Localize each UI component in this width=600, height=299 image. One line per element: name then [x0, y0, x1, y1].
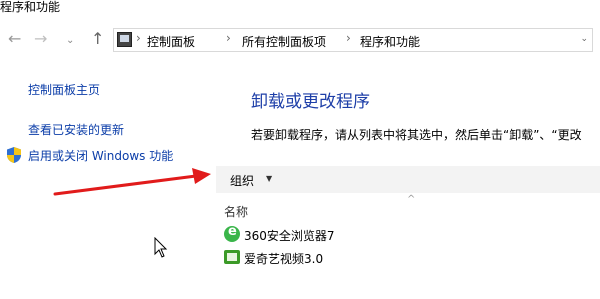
command-toolbar: 组织 ▼: [216, 166, 600, 193]
sidebar-item-installed-updates[interactable]: 查看已安装的更新: [28, 121, 124, 138]
breadcrumb-all-items[interactable]: 所有控制面板项: [242, 33, 326, 50]
sidebar-item-control-panel-home[interactable]: 控制面板主页: [28, 81, 100, 98]
recent-locations-dropdown[interactable]: ⌄: [66, 31, 74, 51]
arrow-head: [192, 168, 211, 184]
column-header-name[interactable]: 名称: [224, 203, 248, 220]
breadcrumb-control-panel[interactable]: 控制面板: [147, 33, 195, 50]
address-bar[interactable]: › 控制面板 › 所有控制面板项 › 程序和功能 ⌄: [113, 28, 593, 52]
forward-button[interactable]: →: [34, 29, 47, 49]
breadcrumb-separator[interactable]: ›: [136, 31, 141, 45]
organize-button[interactable]: 组织: [230, 172, 254, 189]
shield-icon: [7, 147, 21, 163]
control-panel-icon: [117, 32, 132, 47]
window-title: 程序和功能: [0, 0, 61, 14]
program-name: 360安全浏览器7: [244, 229, 335, 243]
360-browser-icon: [224, 224, 240, 242]
mouse-cursor-icon: [154, 237, 168, 258]
caret-down-icon[interactable]: ▼: [266, 174, 272, 183]
sort-indicator-icon: ^: [407, 194, 416, 205]
breadcrumb-separator[interactable]: ›: [226, 31, 231, 45]
arrow-shaft: [53, 174, 198, 196]
window-title-bar: 程序和功能: [0, 0, 600, 20]
page-description: 若要卸载程序，请从列表中将其选中，然后单击“卸载”、“更改: [251, 128, 582, 142]
page-title: 卸载或更改程序: [251, 92, 370, 112]
up-button[interactable]: ↑: [91, 29, 104, 49]
program-name: 爱奇艺视频3.0: [244, 252, 324, 266]
breadcrumb-separator[interactable]: ›: [346, 31, 351, 45]
back-button[interactable]: ←: [8, 29, 21, 49]
breadcrumb-programs-features[interactable]: 程序和功能: [360, 33, 420, 50]
sidebar-item-windows-features[interactable]: 启用或关闭 Windows 功能: [28, 147, 173, 164]
address-dropdown-icon[interactable]: ⌄: [580, 34, 588, 44]
iqiyi-icon: [224, 250, 240, 264]
